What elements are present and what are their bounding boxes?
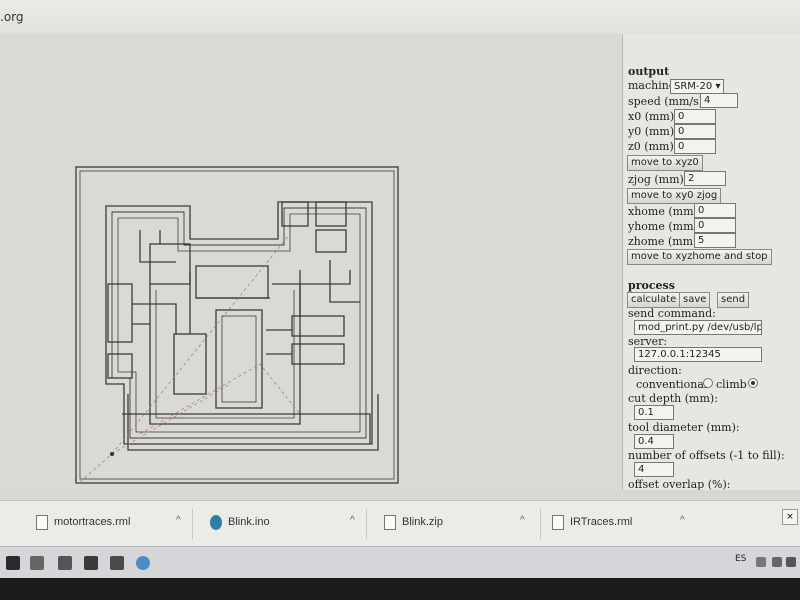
conventional-label: conventional xyxy=(636,378,708,391)
speed-input[interactable]: 4 xyxy=(700,93,738,108)
climb-radio[interactable] xyxy=(748,378,758,388)
language-indicator[interactable]: ES xyxy=(735,554,746,564)
zjog-label: zjog (mm): xyxy=(628,173,688,186)
app-icon[interactable] xyxy=(58,556,72,570)
z0-label: z0 (mm): xyxy=(628,140,678,153)
zip-icon xyxy=(384,515,396,530)
toolpath-canvas xyxy=(0,34,622,490)
send-command-input[interactable]: mod_print.py /dev/usb/lp1 ';' xyxy=(634,320,762,335)
move-to-xyzhome-stop-button[interactable]: move to xyzhome and stop xyxy=(627,249,772,265)
server-input[interactable]: 127.0.0.1:12345 xyxy=(634,347,762,362)
move-to-xyz0-button[interactable]: move to xyz0 xyxy=(627,155,703,171)
yhome-label: yhome (mm): xyxy=(628,220,702,233)
monitor-bezel xyxy=(0,578,800,600)
z0-input[interactable]: 0 xyxy=(674,139,716,154)
tool-diameter-input[interactable]: 0.4 xyxy=(634,434,674,449)
download-filename: Blink.zip xyxy=(402,516,443,528)
chevron-up-icon[interactable]: ^ xyxy=(350,515,355,526)
yhome-input[interactable]: 0 xyxy=(694,218,736,233)
chevron-up-icon[interactable]: ^ xyxy=(176,515,181,526)
file-icon xyxy=(552,515,564,530)
browser-toolbar: .org xyxy=(0,0,800,35)
app-icon[interactable] xyxy=(84,556,98,570)
xhome-input[interactable]: 0 xyxy=(694,203,736,218)
arduino-icon xyxy=(210,515,222,530)
app-icon[interactable] xyxy=(110,556,124,570)
download-item[interactable]: Blink.zip ^ xyxy=(384,509,542,539)
y0-label: y0 (mm): xyxy=(628,125,678,138)
download-divider xyxy=(192,509,193,539)
toolpath-preview xyxy=(75,166,399,484)
machine-select-value: SRM-20 xyxy=(674,81,713,92)
chevron-down-icon: ▾ xyxy=(715,81,721,92)
climb-label: climb xyxy=(716,378,747,391)
chevron-up-icon[interactable]: ^ xyxy=(520,515,525,526)
speed-label: speed (mm/s): xyxy=(628,95,707,108)
download-divider xyxy=(540,509,541,539)
network-icon[interactable] xyxy=(786,557,796,567)
mods-control-panel: output machine SRM-20 ▾ speed (mm/s): 4 … xyxy=(622,34,800,490)
download-item[interactable]: motortraces.rml ^ xyxy=(36,509,194,539)
zhome-input[interactable]: 5 xyxy=(694,233,736,248)
offsets-input[interactable]: 4 xyxy=(634,462,674,477)
cut-depth-input[interactable]: 0.1 xyxy=(634,405,674,420)
download-item[interactable]: Blink.ino ^ xyxy=(210,509,368,539)
calculate-button[interactable]: calculate xyxy=(627,292,681,308)
cut-depth-label: cut depth (mm): xyxy=(628,392,718,405)
offsets-label: number of offsets (-1 to fill): xyxy=(628,449,785,462)
start-icon[interactable] xyxy=(6,556,20,570)
move-to-xy0-zjog-button[interactable]: move to xy0 zjog xyxy=(627,188,722,204)
tool-diameter-label: tool diameter (mm): xyxy=(628,421,740,434)
volume-icon[interactable] xyxy=(772,557,782,567)
file-icon xyxy=(36,515,48,530)
save-button[interactable]: save xyxy=(679,292,711,308)
download-shelf: motortraces.rml ^ Blink.ino ^ Blink.zip … xyxy=(0,500,800,547)
taskbar: ES xyxy=(0,546,800,579)
machine-select[interactable]: SRM-20 ▾ xyxy=(670,79,725,94)
close-icon[interactable]: × xyxy=(782,509,798,525)
zhome-label: zhome (mm): xyxy=(628,235,702,248)
y0-input[interactable]: 0 xyxy=(674,124,716,139)
zjog-input[interactable]: 2 xyxy=(684,171,726,186)
chevron-up-icon[interactable]: ^ xyxy=(680,515,685,526)
download-divider xyxy=(366,509,367,539)
xhome-label: xhome (mm): xyxy=(628,205,702,218)
chrome-icon[interactable] xyxy=(136,556,150,570)
task-view-icon[interactable] xyxy=(30,556,44,570)
output-heading: output xyxy=(628,65,670,78)
send-command-label: send command: xyxy=(628,307,716,320)
conventional-radio[interactable] xyxy=(703,378,713,388)
send-button[interactable]: send xyxy=(717,292,750,308)
machine-label: machine xyxy=(628,79,676,92)
x0-label: x0 (mm): xyxy=(628,110,678,123)
chevron-up-icon[interactable] xyxy=(756,557,766,567)
download-item[interactable]: IRTraces.rml ^ xyxy=(552,509,710,539)
download-filename: motortraces.rml xyxy=(54,516,131,528)
x0-input[interactable]: 0 xyxy=(674,109,716,124)
download-filename: Blink.ino xyxy=(228,516,270,528)
address-bar-url[interactable]: .org xyxy=(0,10,24,24)
direction-label: direction: xyxy=(628,364,682,377)
offset-overlap-label: offset overlap (%): xyxy=(628,478,731,490)
download-filename: IRTraces.rml xyxy=(570,516,633,528)
process-heading: process xyxy=(628,279,675,292)
